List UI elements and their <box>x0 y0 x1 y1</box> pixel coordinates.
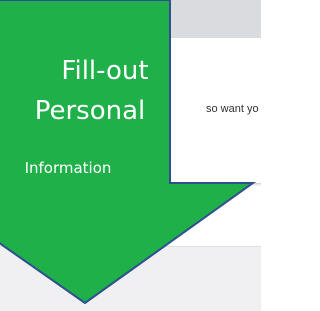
callout-line-3: Information <box>24 159 112 177</box>
callout-line-1: Fill-out <box>61 56 149 86</box>
arrow-shape <box>0 0 257 305</box>
callout-line-2: Personal <box>34 96 146 126</box>
callout-arrow <box>0 0 257 305</box>
screenshot-stage: so want yo Fill-out Personal Information <box>0 0 261 311</box>
